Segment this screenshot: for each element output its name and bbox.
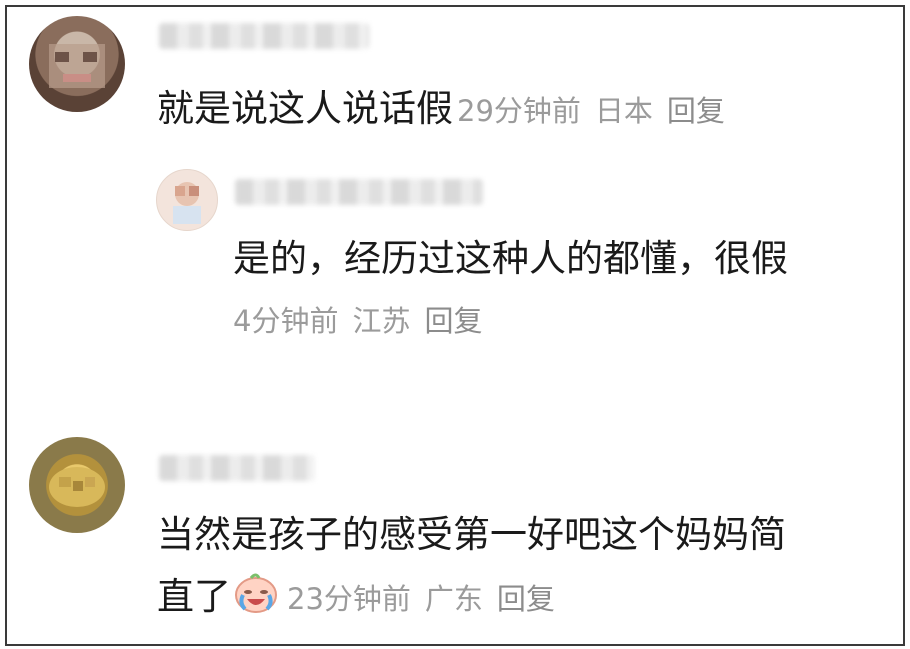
comment-2: 是的，经历过这种人的都懂，很假 [233, 235, 788, 283]
reply-button[interactable]: 回复 [667, 94, 725, 128]
avatar[interactable] [29, 16, 125, 112]
comment-text: 是的，经历过这种人的都懂，很假 [233, 237, 788, 280]
comment-text: 就是说这人说话假 [157, 87, 453, 130]
comment-meta: 29分钟前 日本 回复 [457, 94, 739, 128]
avatar[interactable] [29, 437, 125, 533]
comment-3: 当然是孩子的感受第一好吧这个妈妈简 [157, 511, 786, 559]
comment-3-line2: 直了 23分钟前 广东 回复 [157, 569, 569, 623]
comment-time: 23分钟前 [287, 582, 411, 616]
comment-location: 日本 [594, 94, 653, 128]
comment-text: 当然是孩子的感受第一好吧这个妈妈简 [157, 513, 786, 556]
avatar-photo-icon [49, 467, 105, 507]
comment-thread: 就是说这人说话假 29分钟前 日本 回复 是的，经历过这种人的都懂，很假 4分钟前 江苏… [5, 5, 905, 646]
comment-location: 江苏 [352, 304, 411, 338]
comment-time: 29分钟前 [457, 94, 581, 128]
comment-meta: 4分钟前 江苏 回复 [233, 301, 496, 341]
comment-meta: 23分钟前 广东 回复 [287, 582, 569, 616]
avatar[interactable] [156, 169, 218, 231]
username-blurred[interactable] [159, 455, 315, 481]
username-blurred[interactable] [159, 23, 369, 49]
comment-text: 直了 [157, 575, 231, 618]
comment-time: 4分钟前 [233, 304, 339, 338]
crying-laughing-face-icon [233, 569, 279, 615]
reply-button[interactable]: 回复 [497, 582, 555, 616]
reply-button[interactable]: 回复 [424, 304, 482, 338]
comment-location: 广东 [424, 582, 483, 616]
username-blurred[interactable] [235, 179, 483, 205]
comment-1: 就是说这人说话假 29分钟前 日本 回复 [157, 85, 739, 135]
avatar-photo-icon [49, 44, 105, 88]
avatar-photo-icon [173, 182, 201, 224]
